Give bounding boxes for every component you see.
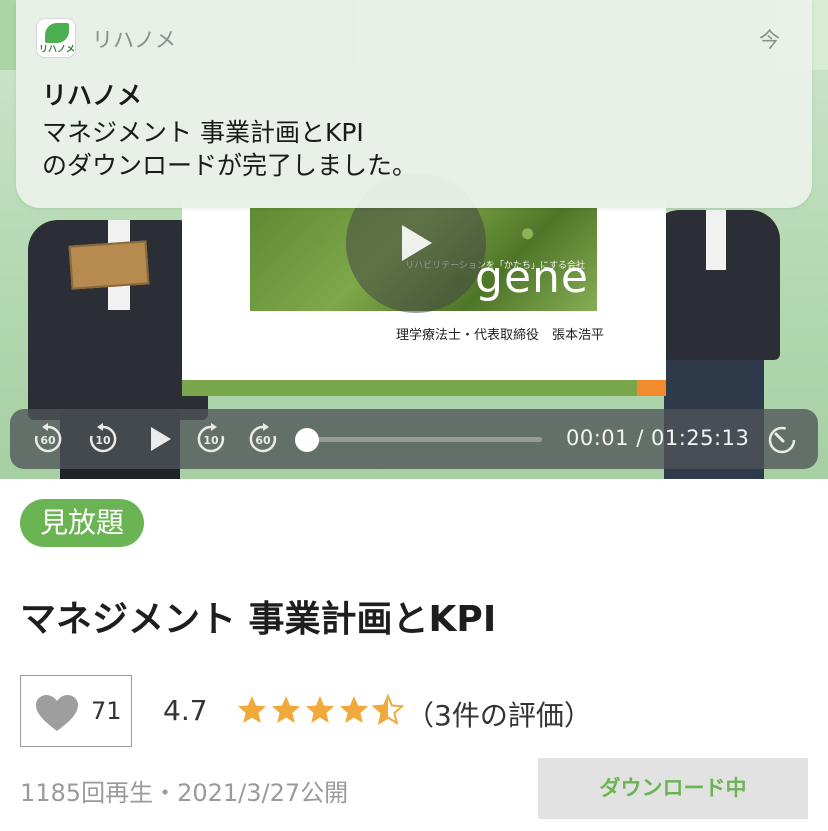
star-icon bbox=[272, 696, 300, 723]
play-icon[interactable] bbox=[144, 423, 176, 455]
star-icon bbox=[238, 696, 266, 723]
leaf-logo bbox=[45, 23, 69, 43]
slide-footer-bar bbox=[182, 380, 666, 396]
star-icon bbox=[306, 696, 334, 723]
time-separator: / bbox=[636, 426, 651, 450]
seek-handle[interactable] bbox=[295, 428, 319, 452]
play-count-and-date: 1185回再生・2021/3/27公開 bbox=[20, 779, 349, 807]
rating-stars bbox=[236, 694, 404, 728]
half-star-icon bbox=[372, 694, 404, 726]
star-icon bbox=[340, 696, 368, 723]
notification-body-line1: マネジメント 事業計画とKPI bbox=[42, 118, 364, 147]
review-count: （3件の評価） bbox=[406, 699, 592, 732]
forward-60-label: 60 bbox=[255, 434, 271, 447]
video-title: マネジメント 事業計画とKPI bbox=[20, 599, 497, 640]
rewind-10-label: 10 bbox=[95, 434, 111, 447]
download-notification[interactable]: リハノメ リハノメ 今 リハノメ マネジメント 事業計画とKPI のダウンロード… bbox=[16, 0, 812, 208]
slide-logo: gene bbox=[475, 252, 589, 303]
rihanome-app-icon: リハノメ bbox=[36, 18, 76, 58]
total-time: 01:25:13 bbox=[650, 426, 750, 450]
clipboard bbox=[68, 240, 150, 290]
time-display: 00:01 / 01:25:13 bbox=[566, 426, 749, 450]
slide-caption: 理学療法士・代表取締役 張本浩平 bbox=[396, 328, 605, 343]
rewind-60-label: 60 bbox=[40, 434, 56, 447]
seek-bar[interactable] bbox=[310, 437, 542, 442]
player-controls: 60 10 10 60 00:01 / 01:25:13 bbox=[10, 409, 818, 469]
forward-60-icon[interactable]: 60 bbox=[247, 423, 279, 455]
rewind-10-icon[interactable]: 10 bbox=[87, 423, 119, 455]
rewind-60-icon[interactable]: 60 bbox=[32, 423, 64, 455]
rating-value: 4.7 bbox=[163, 694, 208, 727]
playback-speed-icon[interactable] bbox=[766, 423, 798, 455]
forward-10-label: 10 bbox=[203, 434, 219, 447]
heart-icon bbox=[36, 695, 78, 731]
downloading-button[interactable]: ダウンロード中 bbox=[538, 758, 808, 819]
notification-body: マネジメント 事業計画とKPI のダウンロードが完了しました。 bbox=[42, 116, 782, 182]
current-time: 00:01 bbox=[566, 426, 630, 450]
forward-10-icon[interactable]: 10 bbox=[195, 423, 227, 455]
notification-title: リハノメ bbox=[42, 81, 143, 110]
app-icon-text: リハノメ bbox=[38, 45, 75, 55]
notification-time: 今 bbox=[759, 28, 780, 52]
notification-app-name: リハノメ bbox=[92, 28, 176, 52]
like-button[interactable]: 71 bbox=[20, 675, 132, 747]
notification-body-line2: のダウンロードが完了しました。 bbox=[42, 151, 418, 180]
unlimited-badge: 見放題 bbox=[20, 499, 145, 547]
like-count: 71 bbox=[91, 697, 122, 725]
